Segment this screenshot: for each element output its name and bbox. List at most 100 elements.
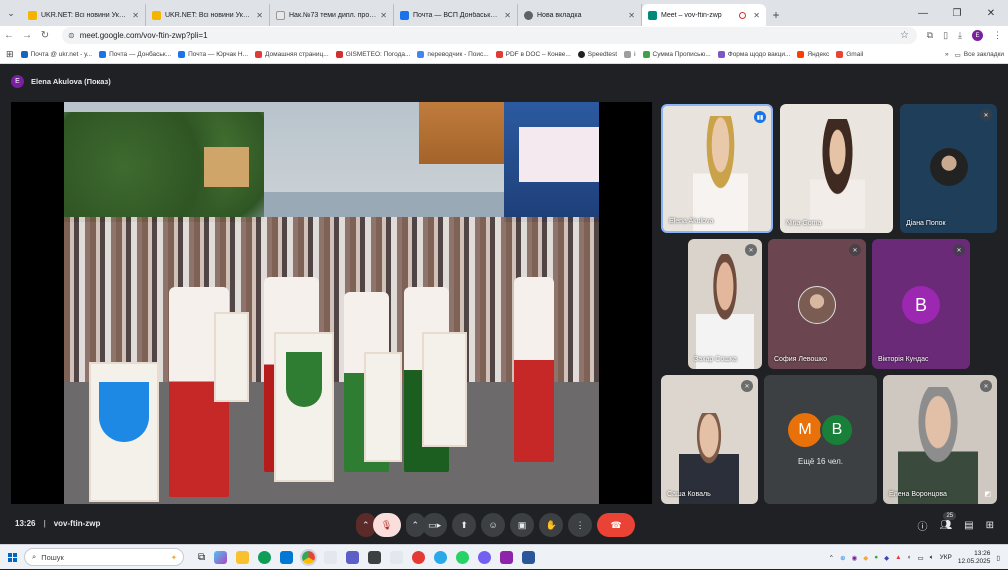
raise-hand-button[interactable]: ✋ bbox=[539, 513, 564, 537]
taskbar-clock[interactable]: 13:26 12.05.2025 bbox=[958, 550, 991, 566]
app-icon[interactable] bbox=[390, 550, 404, 564]
bookmark-item[interactable]: Форма щодо вакци... bbox=[717, 50, 790, 58]
close-icon[interactable]: ✕ bbox=[256, 11, 263, 20]
present-button[interactable]: ⬆ bbox=[452, 513, 477, 537]
camera-button[interactable]: ▭▸ bbox=[422, 513, 448, 537]
participant-tile[interactable]: ✕ Саша Коваль bbox=[661, 375, 758, 504]
close-icon[interactable]: ✕ bbox=[380, 11, 387, 20]
microphone-muted-button[interactable]: 🎙︎ bbox=[372, 513, 401, 537]
viber-icon[interactable] bbox=[478, 550, 492, 564]
url-text[interactable]: meet.google.com/vov-ftin-zwp?pli=1 bbox=[80, 31, 208, 40]
tab-2[interactable]: UKR.NET: Всі новини України, ✕ bbox=[146, 4, 270, 26]
winrar-icon[interactable] bbox=[500, 550, 514, 564]
tab-3[interactable]: Нак.№73 теми дипл. проектів ✕ bbox=[270, 4, 394, 26]
activities-icon[interactable]: ⊞ bbox=[986, 520, 994, 531]
calculator-icon[interactable] bbox=[368, 550, 382, 564]
widgets-icon[interactable] bbox=[214, 550, 228, 564]
opera-icon[interactable] bbox=[412, 550, 426, 564]
reload-icon[interactable]: ↻ bbox=[36, 30, 54, 41]
bookmark-star-icon[interactable]: ☆ bbox=[900, 30, 909, 41]
tray-app-icon[interactable]: ◆ bbox=[884, 554, 889, 562]
bookmark-item[interactable]: i bbox=[624, 50, 636, 58]
tray-app-icon[interactable]: ◐ bbox=[908, 554, 912, 561]
site-info-icon[interactable]: ⊜ bbox=[68, 31, 75, 40]
clock-date: 12.05.2025 bbox=[957, 557, 991, 565]
leave-call-button[interactable]: ☎ bbox=[597, 513, 636, 537]
bookmark-item[interactable]: GISMETEO: Погода... bbox=[335, 50, 410, 58]
info-icon[interactable]: ⓘ bbox=[917, 518, 927, 533]
menu-icon[interactable]: ⋮ bbox=[993, 30, 1002, 41]
tab-5[interactable]: Нова вкладка ✕ bbox=[518, 4, 642, 26]
close-icon[interactable]: ✕ bbox=[753, 11, 760, 20]
pin-icon[interactable]: ◩ bbox=[984, 490, 991, 498]
download-icon[interactable]: ⤓ bbox=[958, 30, 962, 41]
more-participants-tile[interactable]: M B Ещё 16 чел. bbox=[764, 375, 877, 504]
telegram-icon[interactable] bbox=[434, 550, 448, 564]
profile-avatar[interactable]: E bbox=[972, 30, 983, 41]
bookmark-item[interactable]: Сумма Прописью... bbox=[642, 50, 711, 58]
bookmark-item[interactable]: Домашняя страниц... bbox=[255, 50, 329, 58]
participant-tile[interactable]: ✕ Захар Сошка bbox=[688, 239, 762, 369]
tray-app-icon[interactable]: ◆ bbox=[863, 554, 868, 562]
bookmarks-more-button[interactable]: » bbox=[945, 51, 949, 58]
new-tab-button[interactable]: + bbox=[766, 4, 786, 26]
maximize-icon[interactable]: ❐ bbox=[940, 0, 974, 26]
keyboard-language[interactable]: УКР bbox=[940, 554, 952, 561]
word-icon[interactable] bbox=[522, 550, 536, 564]
close-icon[interactable]: ✕ bbox=[132, 11, 139, 20]
people-button[interactable]: 25 👥︎ bbox=[939, 511, 957, 531]
bookmark-item[interactable]: Speedtest bbox=[577, 50, 617, 58]
store-icon[interactable] bbox=[324, 550, 338, 564]
sidepanel-icon[interactable]: ▯ bbox=[943, 30, 948, 41]
outlook-icon[interactable] bbox=[280, 550, 294, 564]
start-button[interactable] bbox=[0, 545, 24, 570]
emoji-icon: ☺ bbox=[488, 520, 498, 530]
teams-icon[interactable] bbox=[346, 550, 360, 564]
all-bookmarks-button[interactable]: ▭ Все закладки bbox=[955, 51, 1004, 59]
bookmark-item[interactable]: PDF в DOC – Конве... bbox=[495, 50, 571, 58]
more-options-button[interactable]: ⋮ bbox=[568, 513, 593, 537]
participant-tile[interactable]: В ✕ Вікторія Кундас bbox=[872, 239, 970, 369]
notification-icon[interactable]: ▯ bbox=[996, 554, 1000, 562]
participant-tile[interactable]: ✕ София Левошко bbox=[768, 239, 866, 369]
omnibox[interactable]: ⊜ meet.google.com/vov-ftin-zwp?pli=1 ☆ bbox=[62, 27, 917, 44]
tray-overflow-icon[interactable]: ⌃ bbox=[829, 554, 834, 562]
bookmark-item[interactable]: Яндекс bbox=[797, 50, 829, 58]
task-view-icon[interactable]: ⧉ bbox=[198, 552, 205, 563]
file-explorer-icon[interactable] bbox=[236, 550, 250, 564]
taskbar-search[interactable]: ⌕ Пошук ✦ bbox=[24, 548, 184, 566]
participant-tile[interactable]: ▮▮ Elena Akulova bbox=[661, 104, 773, 233]
bookmark-item[interactable]: Почта — Донбаськ... bbox=[99, 50, 171, 58]
participant-tile[interactable]: ✕ Елена Воронцова ◩ bbox=[883, 375, 997, 504]
close-icon[interactable]: ✕ bbox=[504, 11, 511, 20]
captions-button[interactable]: ▣ bbox=[510, 513, 535, 537]
tray-app-icon[interactable]: ▲ bbox=[895, 554, 901, 561]
bookmark-item[interactable]: Почта @ ukr.net - у... bbox=[20, 50, 92, 58]
whatsapp-icon[interactable] bbox=[456, 550, 470, 564]
tab-4[interactable]: Почта — ВСП Донбаський агр ✕ bbox=[394, 4, 518, 26]
apps-grid-icon[interactable]: ⊞ bbox=[6, 49, 14, 60]
volume-icon[interactable]: 🔈︎ bbox=[930, 554, 934, 562]
tray-app-icon[interactable]: ⊕ bbox=[840, 554, 845, 562]
network-icon[interactable]: ▭ bbox=[918, 554, 924, 562]
participant-tile[interactable]: ✕ Діана Попок bbox=[900, 104, 997, 233]
close-icon[interactable]: ✕ bbox=[628, 11, 635, 20]
bookmark-item[interactable]: Почта — Юрчак Н... bbox=[178, 50, 248, 58]
tab-1[interactable]: UKR.NET: Всі новини України, ✕ bbox=[22, 4, 146, 26]
tab-6-active[interactable]: Meet – vov-ftin-zwp ✕ bbox=[642, 4, 766, 26]
forward-icon[interactable]: → bbox=[18, 30, 36, 41]
edge-icon[interactable] bbox=[258, 550, 272, 564]
participant-tile[interactable]: Nina Goma bbox=[780, 104, 893, 233]
chrome-icon[interactable] bbox=[300, 548, 318, 566]
minimize-icon[interactable]: — bbox=[906, 0, 940, 26]
bookmark-item[interactable]: переводчик - Поис... bbox=[417, 50, 489, 58]
tab-search-chevron-icon[interactable]: ⌄ bbox=[0, 0, 22, 26]
tray-app-icon[interactable]: ◉ bbox=[852, 554, 858, 562]
reactions-button[interactable]: ☺ bbox=[481, 513, 506, 537]
close-window-icon[interactable]: ✕ bbox=[974, 0, 1008, 26]
extensions-icon[interactable]: ⧉ bbox=[927, 30, 933, 41]
chat-icon[interactable]: ▤ bbox=[964, 520, 973, 531]
bookmark-item[interactable]: Gmail bbox=[836, 50, 863, 58]
back-icon[interactable]: ← bbox=[0, 30, 18, 41]
tray-app-icon[interactable]: ● bbox=[874, 554, 878, 561]
